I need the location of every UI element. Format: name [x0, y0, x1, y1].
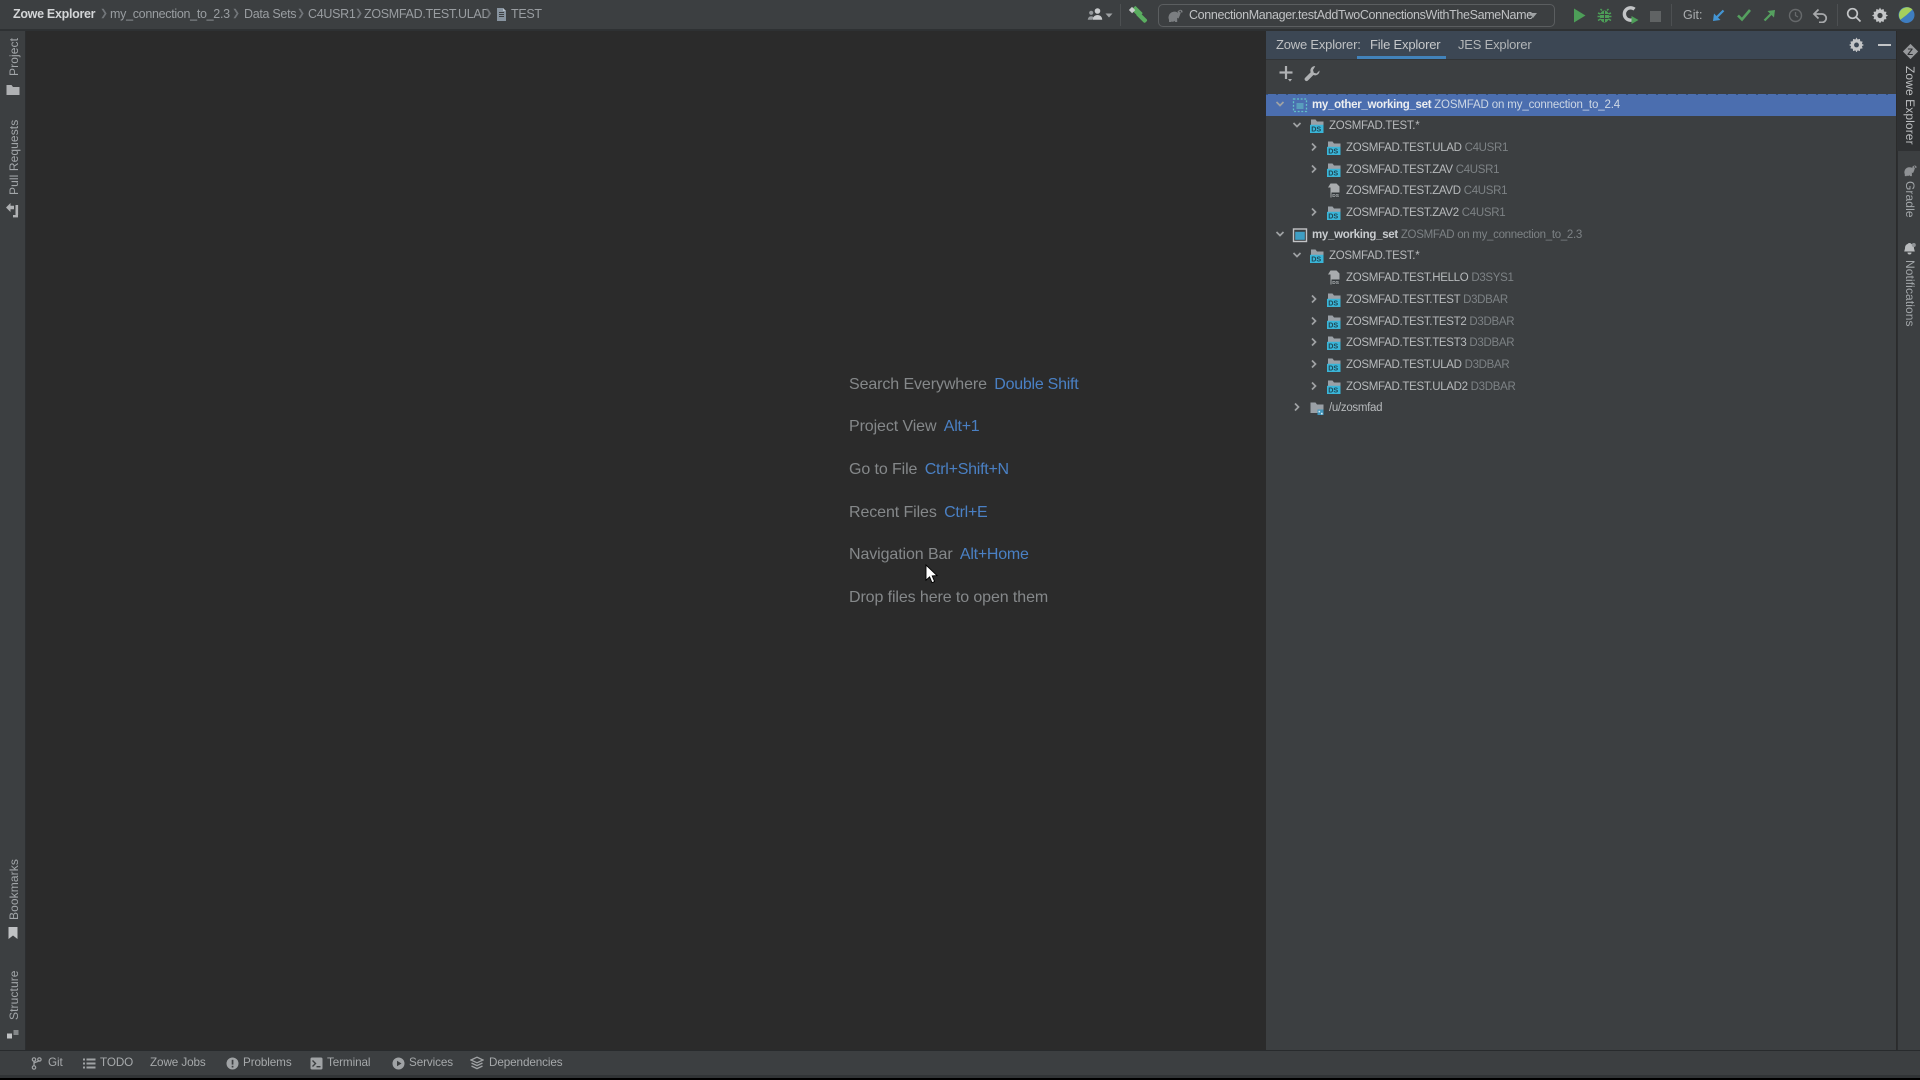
svg-text:Z: Z	[1907, 47, 1913, 58]
